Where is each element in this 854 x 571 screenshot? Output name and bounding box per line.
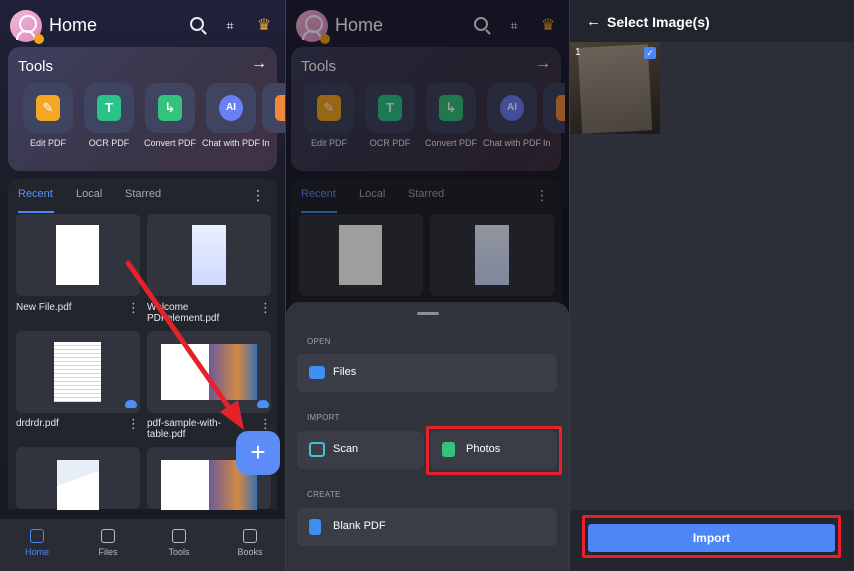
file-name: New File.pdf [16, 302, 72, 313]
file-thumb[interactable] [147, 331, 271, 413]
more-tool-icon [275, 95, 285, 121]
tools-card: Tools → ✎ Edit PDF T OCR PDF ↳ Convert P… [8, 47, 285, 171]
edit-pdf-icon: ✎ [36, 95, 60, 121]
more-vertical-icon[interactable]: ⋮ [251, 187, 265, 204]
home-header: Home ⌗ ♛ [8, 8, 277, 44]
file-thumb[interactable] [16, 214, 140, 296]
files-option[interactable]: Files [297, 354, 557, 392]
home-icon [30, 529, 44, 543]
nav-label: Home [24, 547, 49, 557]
tool-label: OCR PDF [88, 138, 130, 148]
cloud-icon [125, 400, 137, 408]
file-tabs: Recent Local Starred ⋮ [18, 187, 267, 213]
ai-chat-icon: AI [219, 95, 243, 121]
more-vertical-icon[interactable]: ⋮ [127, 300, 140, 316]
tools-title: Tools [18, 58, 54, 75]
nav-files[interactable]: Files [83, 529, 133, 557]
home-with-sheet: Home ⌗ ♛ Tools → ✎ Edit PDF T OCR PDF ↳ … [286, 0, 569, 571]
option-label: Scan [333, 443, 359, 455]
file-thumb[interactable] [16, 447, 140, 510]
file-thumb[interactable] [16, 331, 140, 413]
file-thumb[interactable] [147, 214, 271, 296]
toolbox-icon [172, 529, 186, 543]
tool-label: Edit PDF [29, 138, 66, 148]
section-create: CREATE [307, 490, 341, 499]
convert-pdf-icon: ↳ [158, 95, 182, 121]
tool-more[interactable]: In [262, 83, 285, 149]
nav-label: Files [98, 547, 118, 557]
more-vertical-icon[interactable]: ⋮ [259, 416, 272, 432]
page-title: Select Image(s) [607, 14, 710, 30]
nav-label: Tools [168, 547, 190, 557]
option-label: Blank PDF [333, 520, 386, 532]
ocr-pdf-icon: T [97, 95, 121, 121]
sheet-handle[interactable] [417, 312, 439, 315]
arrow-right-icon[interactable]: → [251, 55, 267, 73]
tool-edit-pdf[interactable]: ✎ Edit PDF [18, 83, 78, 149]
cloud-icon [257, 400, 269, 408]
file-icon [101, 529, 115, 543]
tool-label: In [262, 138, 270, 148]
tab-local[interactable]: Local [76, 188, 102, 200]
tool-ocr-pdf[interactable]: T OCR PDF [79, 83, 139, 149]
image-picker: ← Select Image(s) 1 ✓ Import [570, 0, 854, 571]
file-name: Welcome PDFelement.pdf [147, 302, 220, 324]
scan-qr-icon[interactable]: ⌗ [220, 16, 240, 36]
book-icon [243, 529, 257, 543]
file-name: pdf-sample-with-table.pdf [147, 418, 221, 440]
tab-indicator [18, 211, 54, 213]
scan-option[interactable]: Scan [297, 431, 424, 469]
create-bottom-sheet: OPEN Files IMPORT Scan Photos CREATE Bla… [286, 302, 569, 571]
nav-home[interactable]: Home [12, 529, 62, 557]
tool-label: Chat with PDF [201, 138, 261, 148]
search-icon[interactable] [188, 16, 208, 36]
file-name: drdrdr.pdf [16, 418, 59, 429]
tool-chat-pdf[interactable]: AI Chat with PDF [201, 83, 261, 149]
section-import: IMPORT [307, 413, 340, 422]
add-fab-button[interactable]: + [236, 431, 280, 475]
image-grid: 1 ✓ [570, 42, 854, 571]
picker-header: ← Select Image(s) [570, 0, 854, 42]
highlight-box [426, 426, 562, 475]
option-label: Files [333, 366, 357, 378]
tool-label: Convert PDF [143, 138, 196, 148]
avatar[interactable] [10, 10, 44, 44]
bottom-nav: Home Files Tools Books [0, 519, 285, 571]
image-thumbnail[interactable]: 1 ✓ [570, 42, 660, 134]
more-vertical-icon[interactable]: ⋮ [259, 300, 272, 316]
scan-icon [309, 442, 325, 457]
tab-starred[interactable]: Starred [125, 188, 161, 200]
tab-recent[interactable]: Recent [18, 188, 53, 200]
pdf-file-icon [309, 519, 321, 535]
back-arrow-icon[interactable]: ← [586, 13, 601, 30]
more-vertical-icon[interactable]: ⋮ [127, 416, 140, 432]
crown-icon[interactable]: ♛ [254, 16, 274, 36]
highlight-box [582, 515, 841, 558]
checkbox-checked-icon[interactable]: ✓ [644, 47, 656, 59]
tool-convert-pdf[interactable]: ↳ Convert PDF [140, 83, 200, 149]
nav-books[interactable]: Books [225, 529, 275, 557]
image-index: 1 [575, 47, 581, 58]
folder-icon [309, 366, 325, 379]
nav-label: Books [237, 547, 263, 557]
blank-pdf-option[interactable]: Blank PDF [297, 508, 557, 546]
section-open: OPEN [307, 337, 331, 346]
home-screen: Home ⌗ ♛ Tools → ✎ Edit PDF T OCR PDF ↳ … [0, 0, 285, 571]
nav-tools[interactable]: Tools [154, 529, 204, 557]
page-title: Home [49, 15, 98, 35]
